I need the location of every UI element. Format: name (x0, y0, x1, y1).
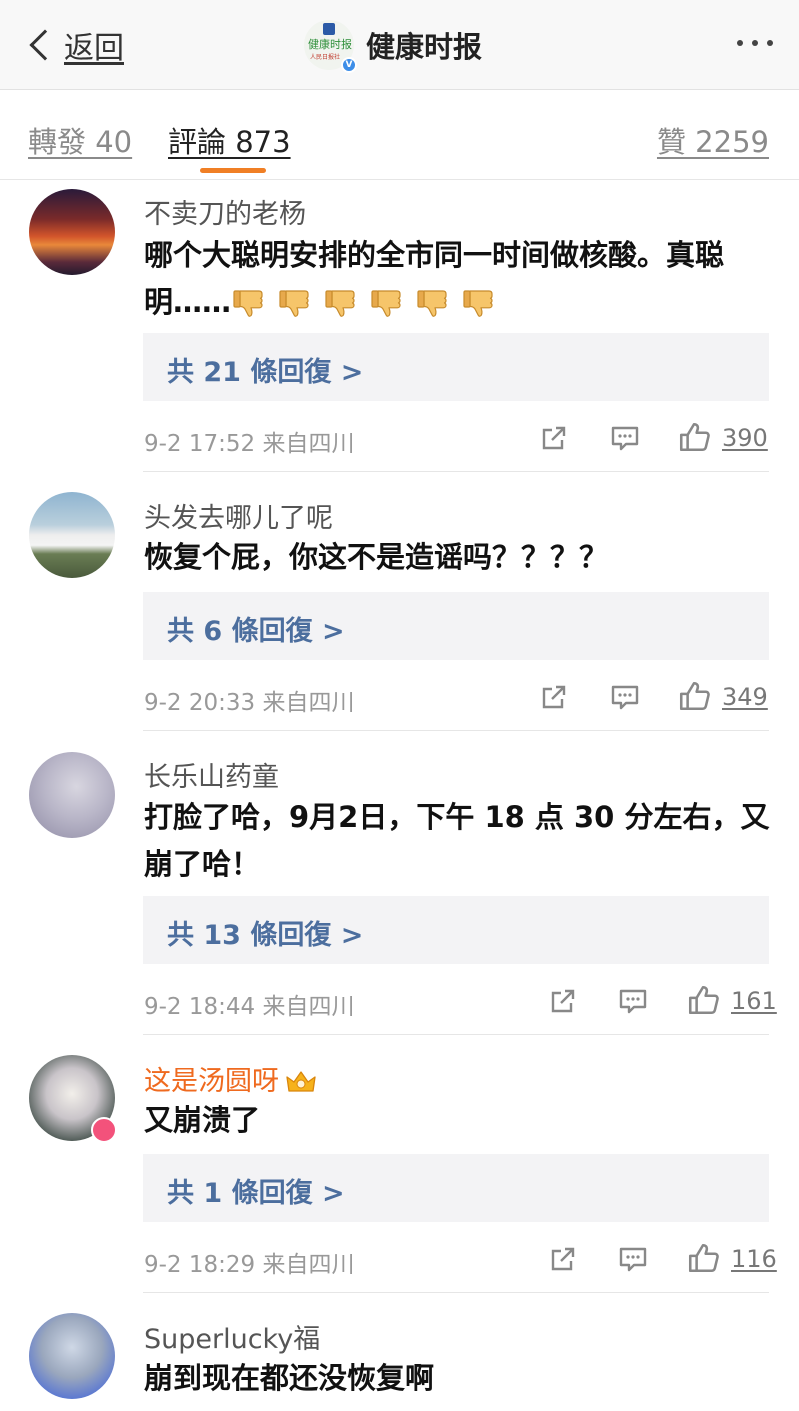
like-icon[interactable] (677, 420, 711, 454)
comment-username[interactable]: 这是汤圆呀 (144, 1059, 317, 1098)
thumbs-down-emoji (369, 286, 405, 322)
comment-location: 来自四川 (262, 690, 355, 716)
comment-time: 9-2 17:52 (144, 431, 256, 457)
like-count[interactable]: 161 (731, 987, 777, 1015)
logo-text: 健康时报 (308, 38, 352, 51)
comment-text: 又崩溃了 (144, 1103, 261, 1137)
thumbs-down-emoji (277, 286, 313, 322)
comment-location: 来自四川 (262, 431, 355, 457)
comment-time: 9-2 20:33 (144, 690, 256, 716)
logo-subtext: 人民日报社 (310, 54, 341, 61)
comment-username[interactable]: Superlucky福 (144, 1317, 320, 1356)
username-text: 这是汤圆呀 (144, 1066, 279, 1097)
comment-username[interactable]: 不卖刀的老杨 (144, 192, 306, 231)
reply-icon[interactable] (617, 985, 649, 1017)
reply-icon[interactable] (609, 681, 641, 713)
tab-likes[interactable]: 贊 2259 (657, 119, 769, 161)
comment-time: 9-2 18:29 (144, 1252, 256, 1278)
comment-meta: 9-2 18:44 来自四川 (144, 987, 354, 1021)
comment-text: 哪个大聪明安排的全市同一时间做核酸。真聪明…… (144, 232, 773, 326)
active-tab-indicator (200, 168, 266, 173)
repost-icon[interactable] (538, 422, 570, 454)
comment-meta: 9-2 18:29 来自四川 (144, 1245, 354, 1279)
reply-icon[interactable] (609, 422, 641, 454)
back-button[interactable]: 返回 (24, 22, 124, 68)
comment-item: 头发去哪儿了呢 恢复个屁，你这不是造谣吗？？？？ 共 6 條回復 > 9-2 2… (0, 472, 799, 731)
account-header[interactable]: 健康时报 人民日报社 V 健康时报 (304, 20, 483, 73)
comment-location: 来自四川 (262, 994, 355, 1020)
replies-label: 共 13 條回復 > (167, 920, 364, 951)
crown-icon (286, 1070, 316, 1092)
like-count[interactable]: 349 (722, 683, 768, 711)
thumbs-down-emoji (461, 286, 497, 322)
view-replies-button[interactable]: 共 13 條回復 > (143, 896, 769, 964)
comment-text: 崩到现在都还没恢复啊 (144, 1361, 435, 1395)
comment-item: 长乐山药童 打脸了哈，9月2日，下午 18 点 30 分左右，又崩了哈！ 共 1… (0, 731, 799, 1035)
tab-comments[interactable]: 評論 873 (168, 119, 291, 161)
tab-forwards[interactable]: 轉發 40 (28, 119, 132, 161)
comment-location: 来自四川 (262, 1252, 355, 1278)
comment-username[interactable]: 长乐山药童 (144, 755, 279, 794)
repost-icon[interactable] (547, 1243, 579, 1275)
repost-icon[interactable] (538, 681, 570, 713)
like-icon[interactable] (686, 983, 720, 1017)
emoji-row (231, 285, 507, 319)
vip-badge-icon (91, 1117, 117, 1143)
back-label: 返回 (64, 31, 124, 66)
like-count[interactable]: 390 (722, 424, 768, 452)
comment-item: Superlucky福 崩到现在都还没恢复啊 (0, 1293, 799, 1411)
avatar[interactable] (29, 752, 115, 838)
avatar[interactable] (29, 189, 115, 275)
comment-item: 不卖刀的老杨 哪个大聪明安排的全市同一时间做核酸。真聪明…… 共 21 條回復 … (0, 180, 799, 472)
tab-bar: 轉發 40 評論 873 贊 2259 (0, 91, 799, 180)
comment-item: 这是汤圆呀 又崩溃了 共 1 條回復 > 9-2 18:29 来自四川 116 (0, 1035, 799, 1293)
top-nav-bar: 返回 健康时报 人民日报社 V 健康时报 (0, 0, 799, 90)
comment-username[interactable]: 头发去哪儿了呢 (144, 496, 333, 535)
chevron-left-icon (29, 29, 61, 61)
reply-icon[interactable] (617, 1243, 649, 1275)
like-icon[interactable] (677, 679, 711, 713)
like-icon[interactable] (686, 1241, 720, 1275)
account-logo: 健康时报 人民日报社 V (304, 20, 357, 73)
comment-time: 9-2 18:44 (144, 994, 256, 1020)
view-replies-button[interactable]: 共 6 條回復 > (143, 592, 769, 660)
replies-label: 共 21 條回復 > (167, 357, 364, 388)
replies-label: 共 1 條回復 > (167, 1178, 345, 1209)
thumbs-down-emoji (231, 286, 267, 322)
comment-text: 打脸了哈，9月2日，下午 18 点 30 分左右，又崩了哈！ (144, 800, 770, 881)
thumbs-down-emoji (323, 286, 359, 322)
avatar[interactable] (29, 1313, 115, 1399)
repost-icon[interactable] (547, 985, 579, 1017)
thumbs-down-emoji (415, 286, 451, 322)
comment-text: 恢复个屁，你这不是造谣吗？？？？ (144, 540, 609, 574)
more-options-icon[interactable] (737, 40, 773, 46)
avatar[interactable] (29, 492, 115, 578)
logo-mark-icon (323, 23, 335, 35)
replies-label: 共 6 條回復 > (167, 616, 345, 647)
like-count[interactable]: 116 (731, 1245, 777, 1273)
comment-meta: 9-2 20:33 来自四川 (144, 683, 354, 717)
view-replies-button[interactable]: 共 1 條回復 > (143, 1154, 769, 1222)
page-title: 健康时报 (366, 30, 483, 64)
verified-badge-icon: V (341, 57, 357, 73)
comment-meta: 9-2 17:52 来自四川 (144, 424, 354, 458)
view-replies-button[interactable]: 共 21 條回復 > (143, 333, 769, 401)
